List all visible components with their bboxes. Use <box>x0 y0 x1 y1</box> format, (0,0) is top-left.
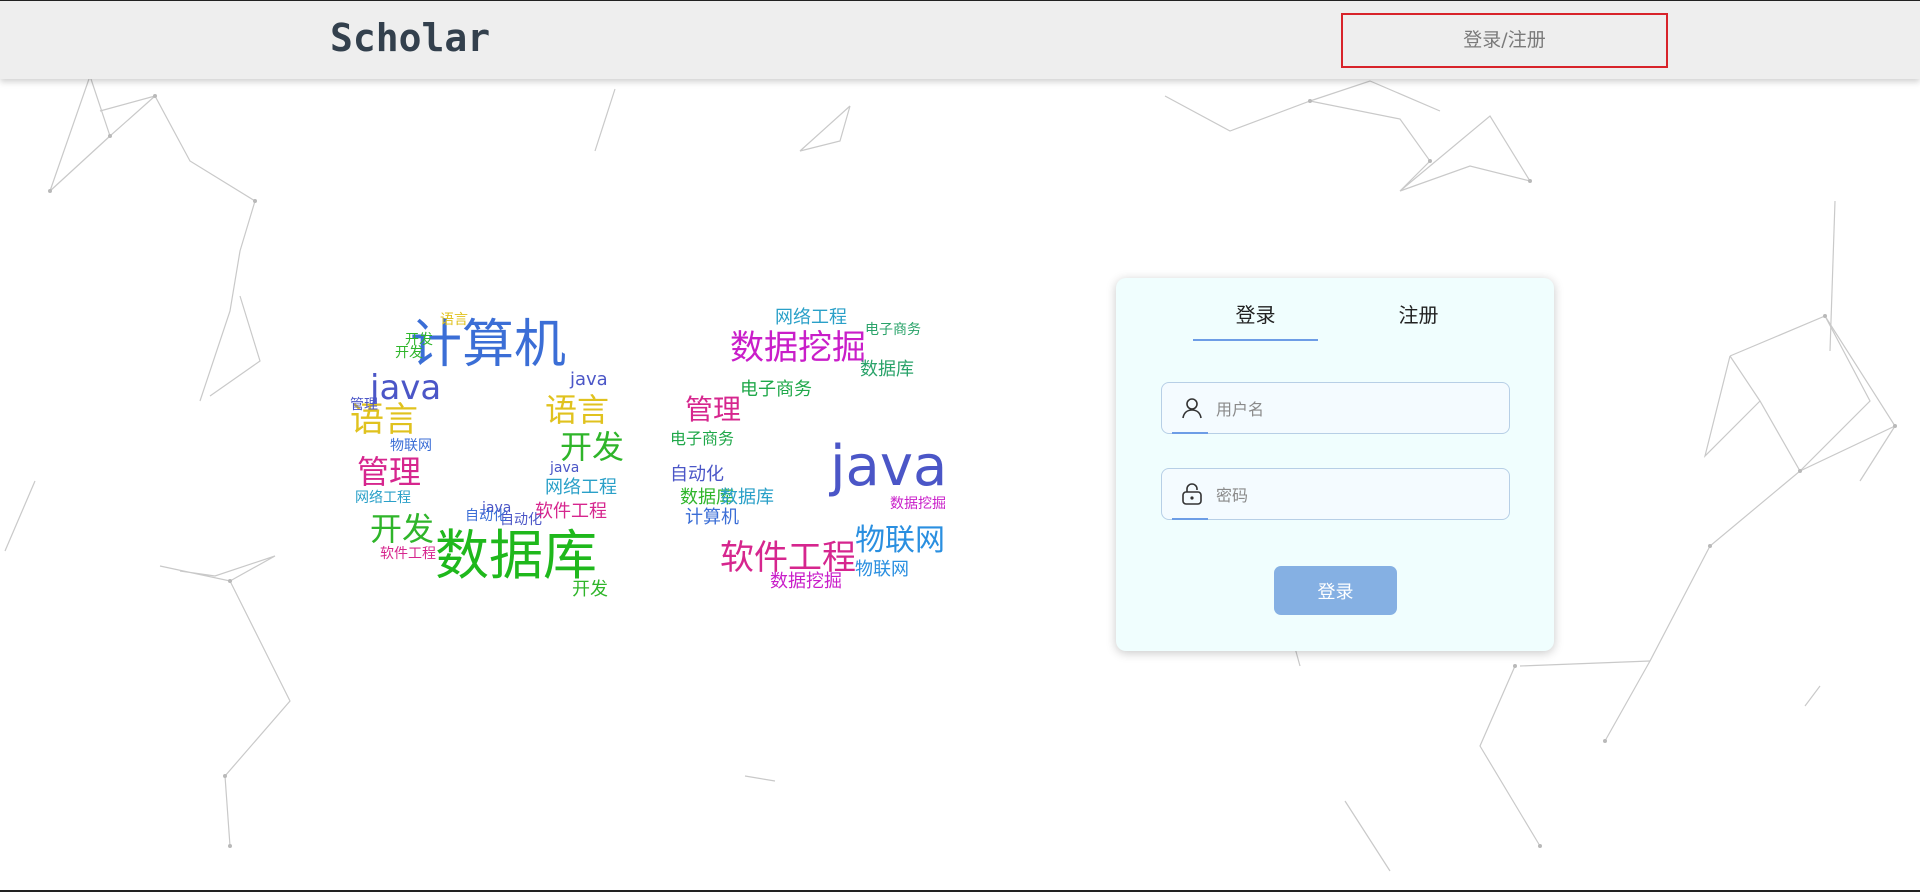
scholar-logo[interactable]: Scholar <box>330 15 490 61</box>
wordcloud-word: 管理 <box>357 453 422 491</box>
wordcloud-word: 网络工程 <box>545 477 617 498</box>
username-input[interactable] <box>1214 393 1498 425</box>
wordcloud-word: 语言 <box>545 391 610 429</box>
wordcloud-word: 数据库 <box>720 487 774 508</box>
wordcloud-word: 软件工程 <box>720 538 856 578</box>
wordcloud-word: java <box>570 369 608 390</box>
login-submit-button[interactable]: 登录 <box>1274 566 1397 615</box>
wordcloud-word: 开发 <box>560 428 625 466</box>
wordcloud-word: 物联网 <box>855 559 909 580</box>
wordcloud-word: 软件工程 <box>380 546 436 562</box>
background-network-lines <box>4 74 1897 872</box>
wordcloud-word: 自动化 <box>465 508 507 524</box>
wordcloud-word: 数据挖掘 <box>730 328 866 368</box>
wordcloud-word: java <box>830 434 948 499</box>
user-icon <box>1182 398 1202 419</box>
wordcloud-word: 数据挖掘 <box>770 571 842 592</box>
wordcloud-word: 管理 <box>350 397 378 413</box>
wordcloud-word: 开发 <box>572 579 608 600</box>
wordcloud-word: 开发 <box>370 510 435 548</box>
wordcloud-word: 物联网 <box>855 523 945 558</box>
top-navbar: Scholar 登录/注册 <box>0 1 1920 79</box>
wordcloud-word: 语言 <box>440 312 468 328</box>
username-focus-accent <box>1172 432 1208 434</box>
password-field[interactable] <box>1161 468 1510 520</box>
password-input[interactable] <box>1214 479 1498 511</box>
wordcloud-word: 数据库 <box>860 359 914 380</box>
wordcloud-word: 网络工程 <box>355 490 411 506</box>
wordcloud-word: 自动化 <box>670 464 724 485</box>
login-card: 登录 注册 登录 <box>1116 278 1554 651</box>
wordcloud-word: 开发 <box>395 345 423 361</box>
wordcloud-word: 计算机 <box>685 507 739 528</box>
wordcloud-word: 网络工程 <box>775 307 847 328</box>
wordcloud-word: java <box>550 460 580 476</box>
tab-login[interactable]: 登录 <box>1193 296 1318 334</box>
wordcloud-word: 管理 <box>685 393 742 426</box>
wordcloud-word: 物联网 <box>390 438 432 454</box>
wordcloud-word: 数据库 <box>435 524 597 587</box>
wordcloud-word: 电子商务 <box>865 322 921 338</box>
password-focus-accent <box>1172 518 1208 520</box>
login-register-button[interactable]: 登录/注册 <box>1341 13 1668 68</box>
tab-register[interactable]: 注册 <box>1356 296 1481 334</box>
keyword-wordcloud: 计算机 java 语言 开发 管理 网络工程 物联网 数据库 软件工程 自动化 数据挖掘 电子商务 数据… <box>340 291 960 621</box>
wordcloud-word: 计算机 <box>410 315 567 375</box>
wordcloud-word: 软件工程 <box>535 501 607 522</box>
active-tab-indicator <box>1193 339 1318 341</box>
wordcloud-word: 数据挖掘 <box>890 496 946 512</box>
wordcloud-word: 电子商务 <box>670 429 735 448</box>
username-field[interactable] <box>1161 382 1510 434</box>
lock-icon <box>1182 483 1202 505</box>
wordcloud-word: 电子商务 <box>740 379 812 400</box>
